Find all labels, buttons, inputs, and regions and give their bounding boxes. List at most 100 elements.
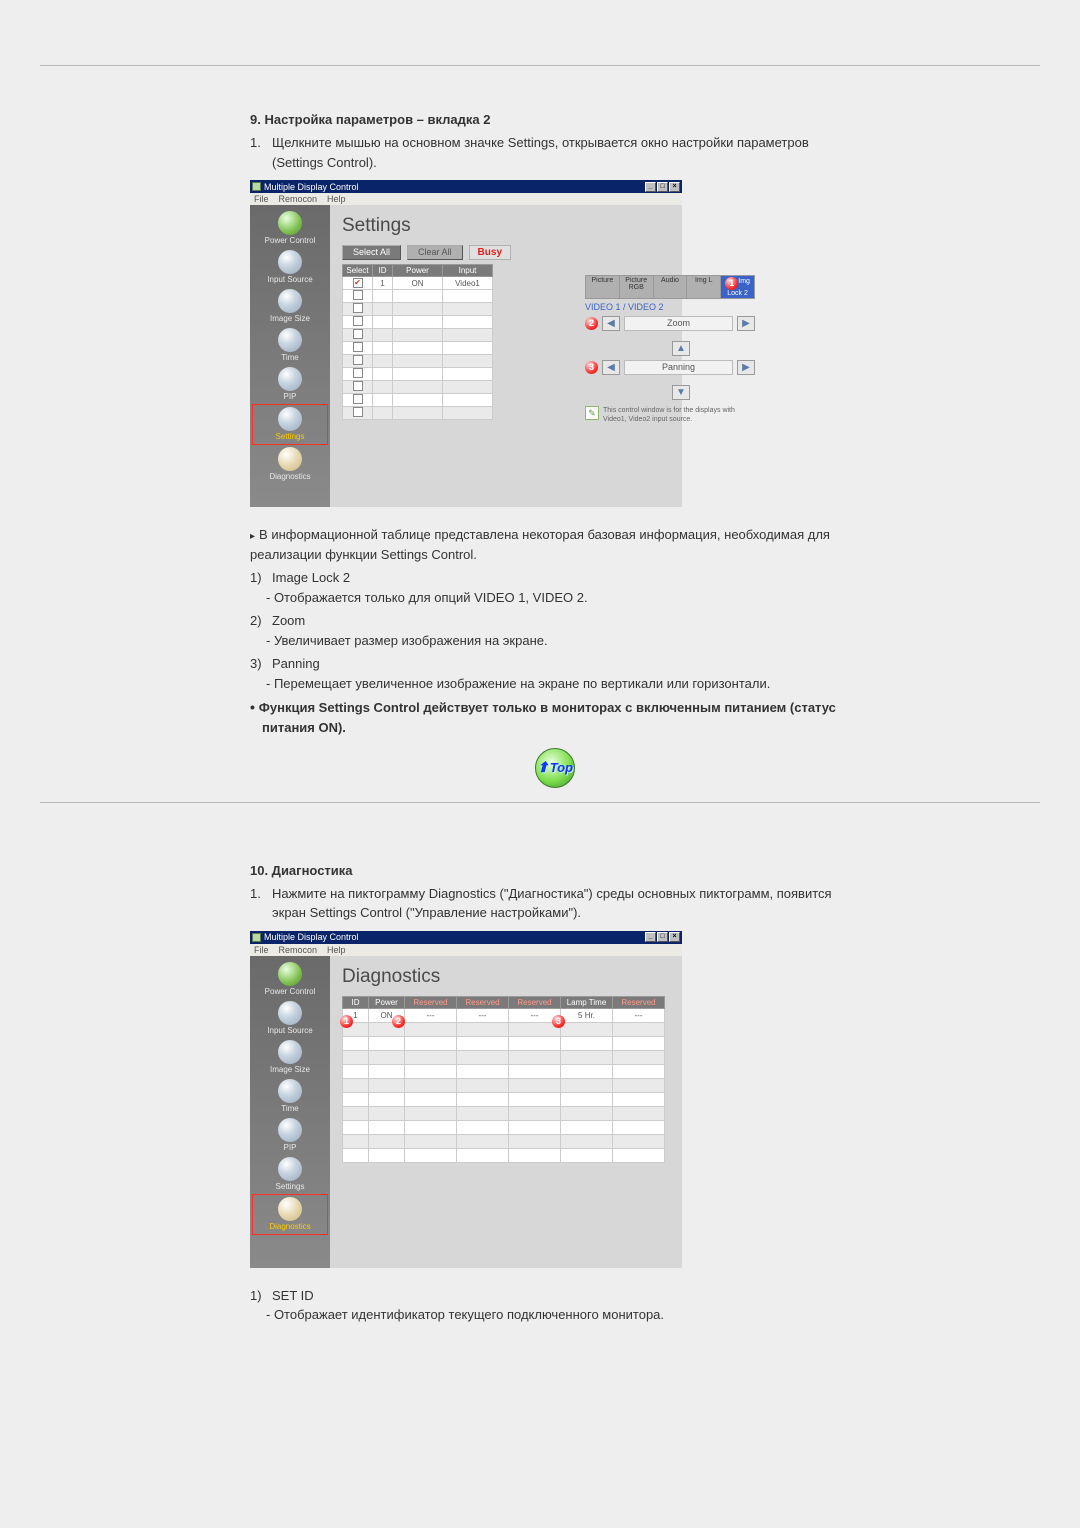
sidebar: Power Control Input Source Image Size Ti… — [250, 205, 330, 507]
maximize-icon[interactable]: □ — [657, 932, 668, 942]
table-row[interactable] — [343, 1134, 665, 1148]
menu-help[interactable]: Help — [327, 194, 346, 204]
right-arrow-icon[interactable]: ▶ — [737, 316, 755, 331]
table-row[interactable] — [343, 394, 493, 407]
settings-screenshot: Multiple Display Control _ □ × File Remo… — [250, 180, 682, 507]
table-row[interactable] — [343, 1036, 665, 1050]
menu-help[interactable]: Help — [327, 945, 346, 955]
checkbox-icon[interactable] — [353, 303, 363, 313]
left-arrow-icon[interactable]: ◀ — [602, 360, 620, 375]
panel-title: Diagnostics — [342, 966, 670, 988]
th-lamptime: Lamp Time — [561, 996, 613, 1008]
select-all-button[interactable]: Select All — [342, 245, 401, 260]
right-arrow-icon[interactable]: ▶ — [737, 360, 755, 375]
th-select: Select — [343, 265, 373, 277]
menu-file[interactable]: File — [254, 194, 269, 204]
th-reserved: Reserved — [457, 996, 509, 1008]
up-arrow-icon[interactable]: ▲ — [672, 341, 690, 356]
diagnostics-icon — [278, 1197, 302, 1221]
menu-remocon[interactable]: Remocon — [279, 194, 318, 204]
warning-bullet: • Функция Settings Control действует тол… — [250, 697, 860, 738]
diagnostics-icon — [278, 447, 302, 471]
table-row[interactable]: ✔ 1 ON Video1 — [343, 277, 493, 290]
sidebar-item-time[interactable]: Time — [250, 1077, 330, 1116]
sidebar-item-size[interactable]: Image Size — [250, 287, 330, 326]
checkbox-icon[interactable] — [353, 316, 363, 326]
tab-audio[interactable]: Audio — [654, 276, 688, 298]
table-row[interactable] — [343, 1078, 665, 1092]
checkbox-icon[interactable] — [353, 329, 363, 339]
clear-all-button[interactable]: Clear All — [407, 245, 463, 260]
sidebar-item-time[interactable]: Time — [250, 326, 330, 365]
sidebar-item-pip[interactable]: PIP — [250, 365, 330, 404]
sidebar-item-power[interactable]: Power Control — [250, 209, 330, 248]
badge-2: 2 — [585, 317, 598, 330]
app-icon — [252, 933, 261, 942]
checkbox-icon[interactable] — [353, 355, 363, 365]
checkbox-icon[interactable] — [353, 407, 363, 417]
table-row[interactable] — [343, 1092, 665, 1106]
close-icon[interactable]: × — [669, 932, 680, 942]
image-size-icon — [278, 289, 302, 313]
tab-picture-rgb[interactable]: Picture RGB — [620, 276, 654, 298]
table-row[interactable] — [343, 1148, 665, 1162]
image-size-icon — [278, 1040, 302, 1064]
minimize-icon[interactable]: _ — [645, 182, 656, 192]
table-row[interactable]: 1 ON --- --- --- 5 Hr. --- — [343, 1008, 665, 1022]
sidebar-item-diag[interactable]: Diagnostics — [252, 1194, 328, 1235]
section10-step: 1.Нажмите на пиктограмму Diagnostics ("Д… — [250, 884, 860, 923]
table-row[interactable] — [343, 316, 493, 329]
tab-picture[interactable]: Picture — [586, 276, 620, 298]
table-row[interactable] — [343, 303, 493, 316]
bullet-2: 2)Zoom - Увеличивает размер изображения … — [250, 611, 860, 650]
table-row[interactable] — [343, 381, 493, 394]
table-row[interactable] — [343, 1106, 665, 1120]
sidebar-item-diag[interactable]: Diagnostics — [250, 445, 330, 484]
bullet-3: 3)Panning - Перемещает увеличенное изобр… — [250, 654, 860, 693]
checkbox-icon[interactable] — [353, 394, 363, 404]
sidebar-item-settings[interactable]: Settings — [250, 1155, 330, 1194]
menu-file[interactable]: File — [254, 945, 269, 955]
sidebar-item-settings[interactable]: Settings — [252, 404, 328, 445]
maximize-icon[interactable]: □ — [657, 182, 668, 192]
close-icon[interactable]: × — [669, 182, 680, 192]
table-row[interactable] — [343, 1022, 665, 1036]
panel-title: Settings — [342, 215, 670, 237]
table-row[interactable] — [343, 290, 493, 303]
table-row[interactable] — [343, 407, 493, 420]
checkbox-icon[interactable]: ✔ — [353, 278, 363, 288]
checkbox-icon[interactable] — [353, 342, 363, 352]
time-icon — [278, 328, 302, 352]
sidebar-item-power[interactable]: Power Control — [250, 960, 330, 999]
power-icon — [278, 962, 302, 986]
table-row[interactable] — [343, 368, 493, 381]
minimize-icon[interactable]: _ — [645, 932, 656, 942]
table-row[interactable] — [343, 1120, 665, 1134]
tab-imgl[interactable]: Img L — [687, 276, 721, 298]
th-input: Input — [443, 265, 493, 277]
sidebar-item-pip[interactable]: PIP — [250, 1116, 330, 1155]
sidebar-item-input[interactable]: Input Source — [250, 999, 330, 1038]
tab-imglock2[interactable]: 1Img Lock 2 — [721, 276, 754, 298]
down-arrow-icon[interactable]: ▼ — [672, 385, 690, 400]
table-row[interactable] — [343, 1050, 665, 1064]
checkbox-icon[interactable] — [353, 290, 363, 300]
power-icon — [278, 211, 302, 235]
panning-control: Panning — [624, 360, 733, 375]
badge-2: 2 — [392, 1015, 405, 1028]
table-row[interactable] — [343, 329, 493, 342]
video-label: VIDEO 1 / VIDEO 2 — [585, 302, 755, 312]
left-arrow-icon[interactable]: ◀ — [602, 316, 620, 331]
sidebar-item-size[interactable]: Image Size — [250, 1038, 330, 1077]
menu-remocon[interactable]: Remocon — [279, 945, 318, 955]
top-button[interactable]: ⬆Top — [535, 748, 575, 788]
sidebar-item-input[interactable]: Input Source — [250, 248, 330, 287]
table-row[interactable] — [343, 1064, 665, 1078]
bullet-1: 1)Image Lock 2 - Отображается только для… — [250, 568, 860, 607]
time-icon — [278, 1079, 302, 1103]
th-reserved: Reserved — [613, 996, 665, 1008]
checkbox-icon[interactable] — [353, 368, 363, 378]
table-row[interactable] — [343, 342, 493, 355]
checkbox-icon[interactable] — [353, 381, 363, 391]
table-row[interactable] — [343, 355, 493, 368]
